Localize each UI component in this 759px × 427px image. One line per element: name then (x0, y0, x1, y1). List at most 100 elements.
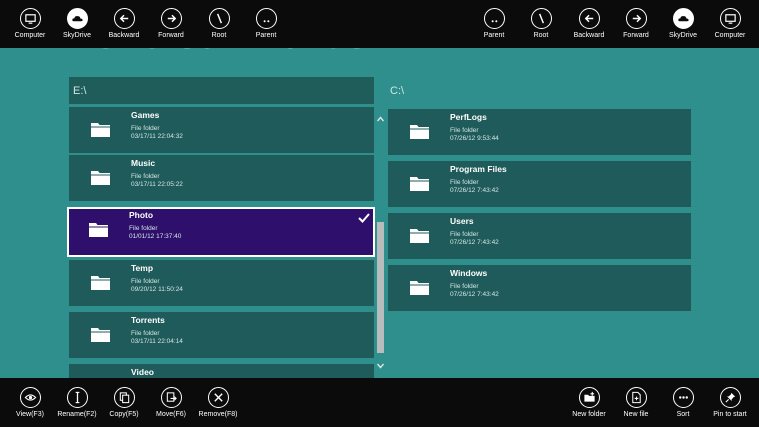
scroll-down-icon[interactable] (376, 362, 385, 370)
left-list-item-games[interactable]: Games File folder 03/17/11 22:04:32 (69, 107, 374, 153)
new-file-icon (625, 387, 647, 408)
root-label: Root (533, 32, 549, 39)
item-name: PerfLogs (450, 112, 487, 122)
right-list-item-perflogs[interactable]: PerfLogs File folder 07/26/12 9:53:44 (388, 109, 691, 155)
right-list-item-users[interactable]: Users File folder 07/26/12 7:43:42 (388, 213, 691, 259)
root-icon (208, 8, 230, 29)
folder-icon (410, 229, 429, 243)
selected-check-icon (358, 213, 370, 223)
backward-label: Backward (573, 32, 605, 39)
backward-button-left[interactable]: Backward (101, 0, 147, 46)
folder-icon (410, 281, 429, 295)
parent-button-right[interactable]: Parent (471, 0, 517, 46)
arrow-left-icon (578, 8, 600, 29)
right-list-item-windows[interactable]: Windows File folder 07/26/12 7:43:42 (388, 265, 691, 311)
bottom-app-bar: View(F3) Rename(F2) Copy(F5) Move(F6) Re… (0, 378, 759, 427)
item-name: Video (131, 367, 154, 377)
item-name: Users (450, 216, 474, 226)
item-name: Windows (450, 268, 488, 278)
parent-icon (255, 8, 277, 29)
remove-icon (207, 387, 229, 408)
scroll-up-icon[interactable] (376, 115, 385, 123)
folder-icon (91, 171, 110, 185)
cloud-icon (66, 8, 88, 29)
top-app-bar: Computer SkyDrive Backward Forward Root … (0, 0, 759, 48)
view-button[interactable]: View(F3) (7, 378, 53, 424)
item-type: File folder (450, 283, 479, 290)
view-label: View(F3) (16, 411, 44, 418)
left-list-item-temp[interactable]: Temp File folder 09/20/12 11:50:24 (69, 260, 374, 306)
forward-label: Forward (158, 32, 184, 39)
pin-to-start-button[interactable]: Pin to start (707, 378, 753, 424)
arrow-right-icon (160, 8, 182, 29)
item-date: 07/26/12 7:43:42 (450, 239, 499, 246)
skydrive-button-right[interactable]: SkyDrive (660, 0, 706, 46)
arrow-right-icon (625, 8, 647, 29)
backward-label: Backward (108, 32, 140, 39)
sort-button[interactable]: Sort (660, 378, 706, 424)
folder-icon (91, 276, 110, 290)
item-type: File folder (131, 125, 160, 132)
item-type: File folder (131, 330, 160, 337)
pin-icon (719, 387, 741, 408)
skydrive-label: SkyDrive (62, 32, 91, 39)
left-scrollbar[interactable] (376, 113, 385, 375)
left-list-item-video[interactable]: Video (69, 364, 374, 378)
forward-label: Forward (623, 32, 649, 39)
rename-button[interactable]: Rename(F2) (54, 378, 100, 424)
item-name: Music (131, 158, 156, 168)
eye-icon (19, 387, 41, 408)
backward-button-right[interactable]: Backward (566, 0, 612, 46)
new-folder-button[interactable]: New folder (566, 378, 612, 424)
move-button[interactable]: Move(F6) (148, 378, 194, 424)
forward-button-right[interactable]: Forward (613, 0, 659, 46)
scroll-thumb[interactable] (377, 222, 384, 353)
item-date: 03/17/11 22:04:14 (131, 338, 183, 345)
left-list-item-music[interactable]: Music File folder 03/17/11 22:05:22 (69, 155, 374, 201)
root-label: Root (211, 32, 227, 39)
copy-label: Copy(F5) (109, 411, 139, 418)
root-button-right[interactable]: Root (518, 0, 564, 46)
item-type: File folder (129, 225, 158, 232)
item-type: File folder (450, 179, 479, 186)
computer-button-left[interactable]: Computer (7, 0, 53, 46)
copy-icon (113, 387, 135, 408)
forward-button-left[interactable]: Forward (148, 0, 194, 46)
skydrive-button-left[interactable]: SkyDrive (54, 0, 100, 46)
right-path-bar: C:\ (388, 77, 691, 104)
item-name: Temp (131, 263, 154, 273)
arrow-left-icon (113, 8, 135, 29)
left-list-item-photo[interactable]: Photo File folder 01/01/12 17:37:40 (67, 207, 375, 257)
left-list-item-torrents[interactable]: Torrents File folder 03/17/11 22:04:14 (69, 312, 374, 358)
item-name: Program Files (450, 164, 507, 174)
item-date: 07/26/12 7:43:42 (450, 187, 499, 194)
new-file-button[interactable]: New file (613, 378, 659, 424)
item-type: File folder (450, 127, 479, 134)
item-date: 07/26/12 9:53:44 (450, 135, 499, 142)
folder-icon (91, 123, 110, 137)
sort-label: Sort (676, 411, 690, 418)
sort-icon (672, 387, 694, 408)
new-folder-label: New folder (572, 411, 606, 418)
left-path-bar: E:\ (69, 77, 374, 104)
item-name: Photo (129, 210, 154, 220)
root-button-left[interactable]: Root (196, 0, 242, 46)
parent-button-left[interactable]: Parent (243, 0, 289, 46)
parent-label: Parent (255, 32, 277, 39)
copy-button[interactable]: Copy(F5) (101, 378, 147, 424)
skydrive-label: SkyDrive (668, 32, 697, 39)
folder-icon (410, 177, 429, 191)
parent-label: Parent (483, 32, 505, 39)
item-date: 07/26/12 7:43:42 (450, 291, 499, 298)
remove-button[interactable]: Remove(F8) (195, 378, 241, 424)
computer-label: Computer (714, 32, 746, 39)
left-path-text: E:\ (73, 85, 87, 97)
computer-icon (19, 8, 41, 29)
move-icon (160, 387, 182, 408)
item-date: 03/17/11 22:05:22 (131, 181, 183, 188)
right-list-item-program-files[interactable]: Program Files File folder 07/26/12 7:43:… (388, 161, 691, 207)
computer-button-right[interactable]: Computer (707, 0, 753, 46)
right-path-text: C:\ (390, 85, 405, 97)
item-name: Torrents (131, 315, 165, 325)
item-name: Games (131, 110, 160, 120)
